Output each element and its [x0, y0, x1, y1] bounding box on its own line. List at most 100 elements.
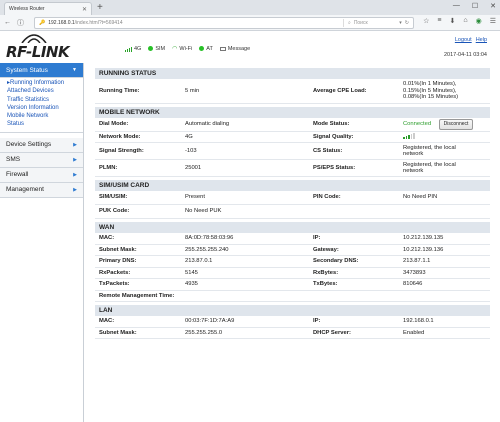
menu-device-settings[interactable]: Device Settings ▶ [0, 137, 83, 153]
menu-icon[interactable]: ☰ [490, 17, 496, 25]
field-label: Gateway: [313, 246, 339, 253]
field-value: Present [185, 194, 205, 201]
field-value: 25001 [185, 164, 202, 171]
reading-list-icon[interactable]: ≡ [437, 17, 441, 25]
network-label: 4G [134, 45, 142, 52]
submenu-version-information[interactable]: Version Information [7, 104, 83, 112]
field-value: No Need PIN [403, 194, 438, 201]
page-header: RF-LINK 4G SIM ◠ Wi-Fi AT Message Logout… [0, 31, 500, 63]
tab-title: Wireless Router [9, 6, 45, 12]
field-value: Registered, the local network [403, 162, 490, 175]
field-label: Signal Quality: [313, 133, 354, 140]
caret-right-icon: ▶ [73, 156, 77, 163]
at-label: AT [206, 45, 213, 52]
submenu-mobile-network-status[interactable]: Mobile Network Status [7, 112, 83, 129]
menu-label: Firewall [6, 171, 29, 179]
menu-system-status[interactable]: System Status ▼ [0, 63, 83, 78]
caret-right-icon: ▶ [73, 171, 77, 178]
back-icon[interactable]: ← [4, 19, 11, 26]
field-label: MAC: [99, 318, 115, 324]
section-title: SIM/USIM CARD [95, 180, 490, 191]
field-label: CS Status: [313, 147, 343, 154]
field-value: 213.87.1.1 [403, 258, 431, 264]
menu-sms[interactable]: SMS ▶ [0, 152, 83, 168]
submenu-running-information[interactable]: ▸Running Information [7, 79, 83, 87]
field-label: PIN Code: [313, 194, 341, 201]
field-value: 213.87.0.1 [185, 258, 213, 264]
field-label: DHCP Server: [313, 329, 351, 336]
field-value: 4935 [185, 281, 198, 287]
logout-link[interactable]: Logout [455, 37, 472, 43]
help-link[interactable]: Help [476, 37, 487, 43]
envelope-icon [219, 46, 226, 51]
field-label: Dial Mode: [99, 121, 129, 127]
signal-bars-icon [125, 46, 132, 52]
table-row: RxPackets: 5145 RxBytes: 3473893 [95, 268, 490, 279]
sidebar: System Status ▼ ▸Running Information Att… [0, 63, 84, 422]
ps-eps-line: network [403, 168, 424, 174]
search-placeholder: Поиск [353, 20, 368, 26]
toolbar-icons: ☆ ≡ ⬇ ⌂ ◉ ☰ [423, 17, 496, 25]
extension-icon[interactable]: ◉ [476, 17, 482, 25]
field-label: IP: [313, 318, 321, 324]
info-icon[interactable]: ⓘ [17, 18, 24, 28]
field-value: 255.255.255.240 [185, 246, 229, 253]
field-value: 810646 [403, 281, 423, 287]
lan-section: LAN MAC: 00:03:7F:1D:7A:A9 IP: 192.168.0… [95, 305, 490, 339]
field-label: Signal Strength: [99, 147, 144, 154]
wifi-status: ◠ Wi-Fi [172, 45, 192, 53]
field-value: Connected Disconnect [403, 119, 490, 130]
new-tab-button[interactable]: + [97, 2, 103, 14]
status-indicators: 4G SIM ◠ Wi-Fi AT Message [125, 45, 250, 52]
table-row: SIM/USIM: Present PIN Code: No Need PIN [95, 191, 490, 205]
bookmark-star-icon[interactable]: ☆ [423, 17, 429, 25]
mobile-network-section: MOBILE NETWORK Dial Mode: Automatic dial… [95, 107, 490, 177]
sim-status: SIM [148, 46, 165, 52]
sim-dot-icon [148, 46, 154, 51]
field-label: PS/EPS Status: [313, 164, 356, 171]
submenu-attached-devices[interactable]: Attached Devices [7, 87, 83, 95]
menu-firewall[interactable]: Firewall ▶ [0, 167, 83, 183]
section-title: MOBILE NETWORK [95, 107, 490, 118]
close-window-icon[interactable]: ✕ [490, 2, 496, 10]
table-row: Dial Mode: Automatic dialing Mode Status… [95, 118, 490, 132]
url-path: /index.html?t=569414 [74, 20, 123, 26]
close-tab-icon[interactable]: ✕ [82, 6, 87, 13]
field-label: RxPackets: [99, 269, 131, 276]
submenu-label: Running Information [10, 80, 65, 86]
search-box[interactable]: ⌕ Поиск [343, 19, 413, 27]
field-label: TxBytes: [313, 281, 338, 287]
browser-tab-bar: Wireless Router ✕ + — ☐ ✕ [0, 0, 500, 15]
field-value: Automatic dialing [185, 121, 230, 127]
message-status[interactable]: Message [219, 46, 250, 52]
home-icon[interactable]: ⌂ [463, 17, 467, 25]
search-icon: ⌕ [348, 20, 351, 26]
field-label: Subnet Mask: [99, 246, 137, 253]
address-bar[interactable]: 🔑 192.168.0.1/index.html?t=569414 ▾ ↻ ⌕ … [34, 17, 414, 29]
wifi-icon: ◠ [172, 46, 178, 52]
url-host: 192.168.0.1 [48, 20, 75, 26]
caret-right-icon: ▶ [73, 141, 77, 148]
table-row: Primary DNS: 213.87.0.1 Secondary DNS: 2… [95, 256, 490, 268]
wan-section: WAN MAC: 8A:0D:78:58:03:96 IP: 10.212.13… [95, 222, 490, 302]
download-icon[interactable]: ⬇ [450, 17, 456, 25]
field-label: PUK Code: [99, 208, 130, 215]
datetime: 2017-04-11 03:04 [443, 52, 487, 58]
menu-management[interactable]: Management ▶ [0, 182, 83, 198]
submenu-traffic-statistics[interactable]: Traffic Statistics [7, 96, 83, 104]
browser-tab[interactable]: Wireless Router ✕ [4, 2, 92, 15]
maximize-icon[interactable]: ☐ [472, 2, 478, 10]
connection-status: Connected [403, 121, 432, 127]
system-status-submenu: ▸Running Information Attached Devices Tr… [0, 78, 83, 133]
disconnect-button[interactable]: Disconnect [438, 119, 474, 130]
menu-label: Management [6, 186, 44, 194]
field-value: No Need PUK [185, 208, 222, 215]
at-status: AT [199, 46, 213, 52]
table-row: Subnet Mask: 255.255.255.240 Gateway: 10… [95, 245, 490, 256]
cpe-load-line: 0.08%(In 15 Minutes) [403, 94, 459, 101]
signal-quality-icon [403, 132, 415, 139]
field-value: -103 [185, 147, 197, 154]
minimize-icon[interactable]: — [453, 2, 460, 10]
menu-label: SMS [6, 156, 21, 164]
field-label: RxBytes: [313, 269, 339, 276]
